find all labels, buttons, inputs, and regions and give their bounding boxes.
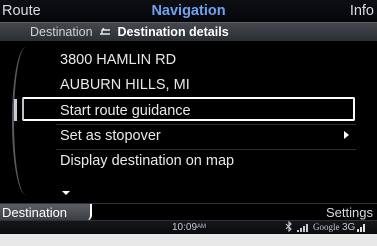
status-bar: 10:09AM Google 3G xyxy=(0,220,377,234)
menu-item-display-destination-on-map[interactable]: Display destination on map xyxy=(60,152,234,170)
destination-street: 3800 HAMLIN RD xyxy=(60,52,177,68)
breadcrumb: Destination Destination details xyxy=(0,22,377,42)
selection-marker xyxy=(14,99,17,121)
signal-strength-icon xyxy=(297,224,309,232)
divider xyxy=(56,124,356,125)
network-type: 3G xyxy=(342,222,356,233)
destination-city: AUBURN HILLS, MI xyxy=(60,77,190,93)
menu-item-start-route-guidance[interactable]: Start route guidance xyxy=(60,102,191,120)
settings-softkey[interactable]: Settings xyxy=(326,204,373,221)
info-tab[interactable]: Info xyxy=(350,2,374,20)
clock: 10:09AM xyxy=(172,221,206,234)
breadcrumb-back-arrow-icon xyxy=(99,23,111,41)
provider-label: Google xyxy=(313,222,340,232)
bezel-edge xyxy=(0,234,377,246)
selector-arc xyxy=(12,47,40,195)
breadcrumb-parent[interactable]: Destination xyxy=(30,25,93,39)
clock-time: 10:09 xyxy=(172,222,198,233)
scroll-down-icon xyxy=(62,191,70,195)
top-bar: Route Navigation Info xyxy=(0,0,377,22)
submenu-arrow-icon xyxy=(344,131,349,139)
softkey-bar: Destination Settings xyxy=(0,203,377,221)
destination-softkey[interactable]: Destination xyxy=(0,204,92,221)
destination-details-panel: 3800 HAMLIN RD AUBURN HILLS, MI Start ro… xyxy=(0,41,377,203)
divider xyxy=(56,149,356,150)
breadcrumb-current: Destination details xyxy=(117,25,229,39)
screen-title: Navigation xyxy=(151,3,226,19)
clock-ampm: AM xyxy=(197,224,207,230)
network-signal-icon xyxy=(357,224,367,232)
menu-item-set-as-stopover[interactable]: Set as stopover xyxy=(60,127,161,145)
